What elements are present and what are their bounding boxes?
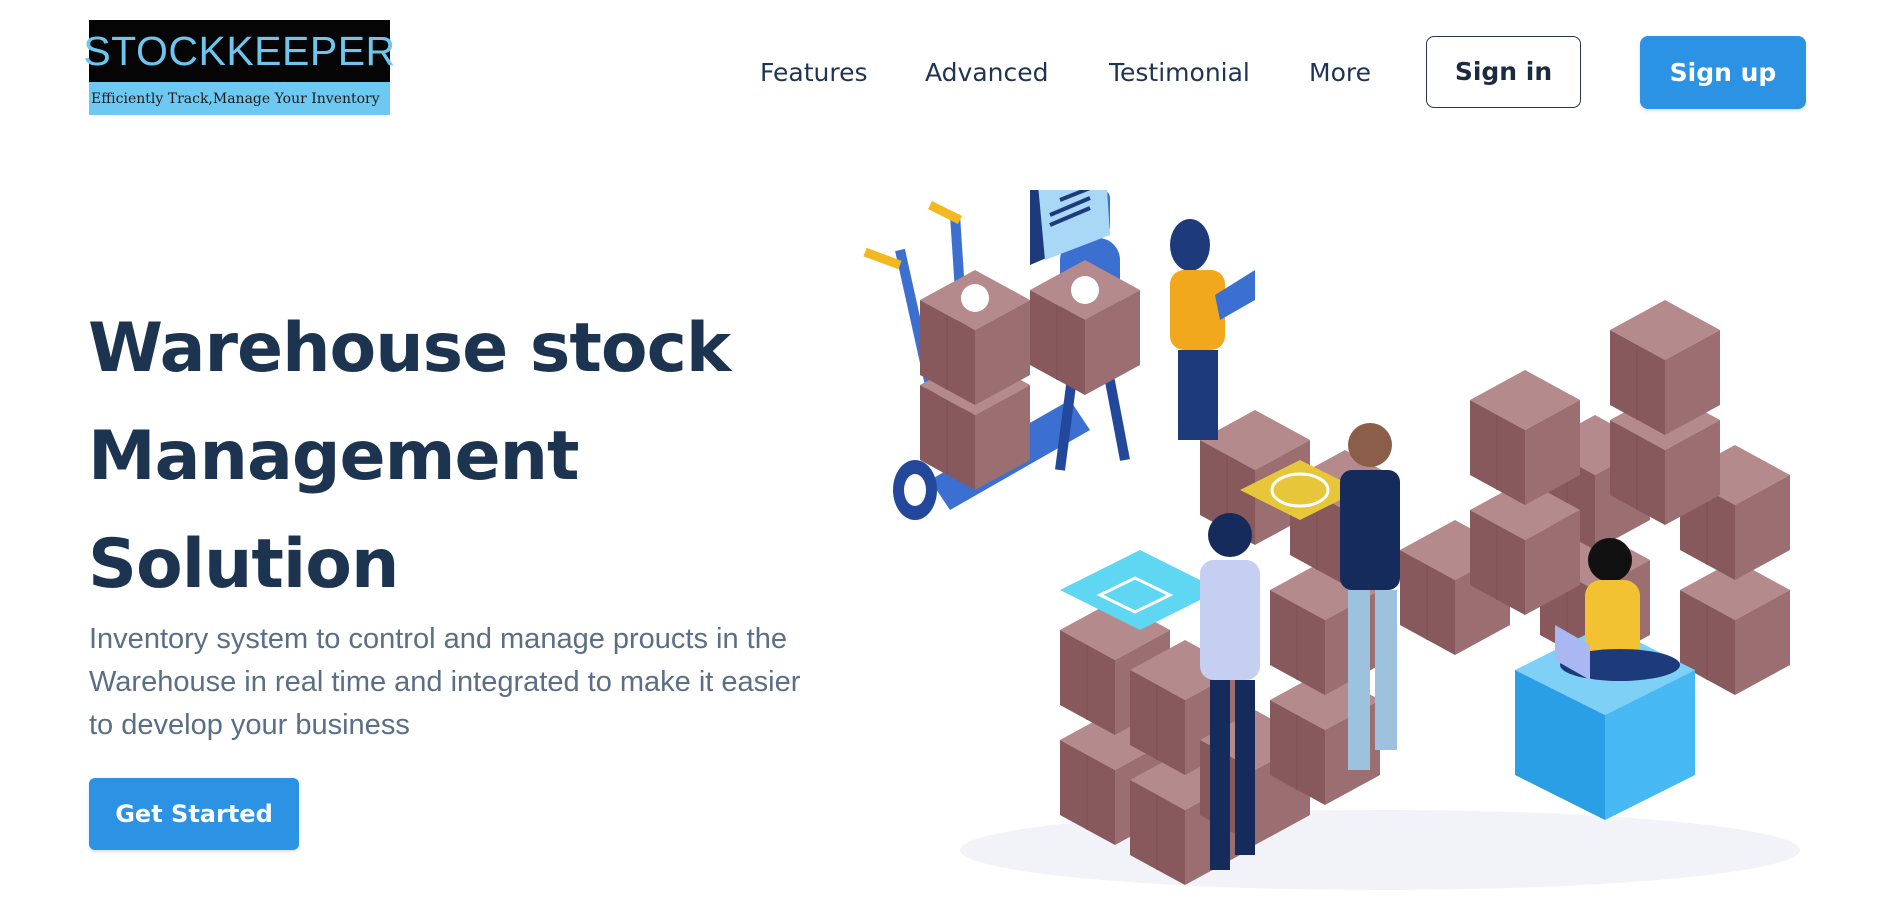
nav-link-features[interactable]: Features: [760, 36, 868, 110]
hero-title-line: Management: [88, 417, 580, 496]
hero-title-line: Warehouse stock: [88, 309, 731, 388]
hero-title-line: Solution: [88, 525, 399, 604]
top-nav: Features Advanced Testimonial More: [0, 36, 1882, 110]
nav-link-more[interactable]: More: [1309, 36, 1371, 110]
sign-up-button[interactable]: Sign up: [1640, 36, 1806, 109]
hero-subtitle: Inventory system to control and manage p…: [89, 623, 801, 741]
sign-in-button[interactable]: Sign in: [1426, 36, 1581, 108]
nav-link-testimonial[interactable]: Testimonial: [1109, 36, 1250, 110]
woman-with-laptop-standing: [1170, 219, 1255, 440]
nav-link-advanced[interactable]: Advanced: [925, 36, 1049, 110]
get-started-button[interactable]: Get Started: [89, 778, 299, 850]
gear-icon: [1071, 276, 1099, 304]
gear-icon: [961, 284, 989, 312]
warehouse-team-illustration: [863, 190, 1800, 890]
hero-title: Warehouse stock Management Solution: [88, 295, 808, 619]
man-dark-shirt: [1340, 423, 1400, 770]
